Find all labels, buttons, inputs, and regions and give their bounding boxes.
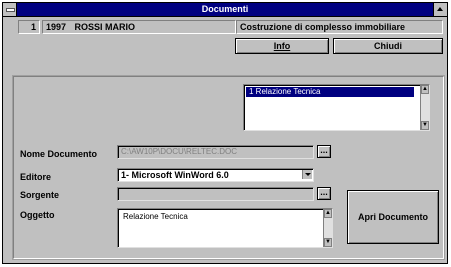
info-button[interactable]: Info	[235, 38, 329, 54]
system-menu-icon[interactable]	[3, 3, 17, 16]
oggetto-label: Oggetto	[20, 210, 55, 220]
close-button-label: Chiudi	[374, 41, 402, 51]
chevron-down-icon[interactable]	[302, 170, 312, 179]
practice-year: 1997	[46, 22, 67, 32]
document-list-scrollbar[interactable]: ▲ ▼	[420, 85, 429, 130]
sorgente-field[interactable]	[117, 187, 314, 201]
open-document-button[interactable]: Apri Documento	[347, 190, 439, 244]
scroll-down-icon[interactable]: ▼	[421, 121, 429, 130]
document-list-item[interactable]: 1 Relazione Tecnica	[246, 87, 414, 97]
project-description: Costruzione di complesso immobiliare	[236, 20, 443, 34]
client-name: ROSSI MARIO	[74, 22, 136, 32]
oggetto-text: Relazione Tecnica	[123, 212, 188, 221]
scroll-up-icon[interactable]: ▲	[324, 209, 332, 218]
maximize-icon[interactable]	[433, 3, 447, 16]
oggetto-textarea[interactable]: Relazione Tecnica ▲ ▼	[117, 208, 333, 248]
editore-label: Editore	[20, 172, 52, 182]
document-list[interactable]: 1 Relazione Tecnica ▲ ▼	[243, 84, 430, 131]
open-document-label: Apri Documento	[357, 212, 428, 222]
scroll-down-icon[interactable]: ▼	[324, 238, 332, 247]
window-title: Documenti	[201, 4, 249, 14]
close-button[interactable]: Chiudi	[333, 38, 443, 54]
oggetto-scrollbar[interactable]: ▲ ▼	[323, 209, 332, 247]
editore-selected-value: 1- Microsoft WinWord 6.0	[121, 170, 229, 180]
sorgente-label: Sorgente	[20, 190, 60, 200]
info-button-label: Info	[273, 41, 291, 51]
nome-documento-label: Nome Documento	[20, 149, 98, 159]
practice-number: 1	[18, 20, 40, 34]
practice-header: 1997 ROSSI MARIO	[42, 20, 236, 34]
documenti-window: Documenti 1 1997 ROSSI MARIO Costruzione…	[2, 2, 448, 264]
nome-documento-field[interactable]: C:\AW10P\DOCU\RELTEC.DOC	[117, 145, 314, 159]
browse-nome-button[interactable]: ...	[317, 145, 331, 158]
browse-sorgente-button[interactable]: ...	[317, 187, 331, 200]
scroll-up-icon[interactable]: ▲	[421, 85, 429, 94]
editore-select[interactable]: 1- Microsoft WinWord 6.0	[117, 168, 314, 182]
title-bar[interactable]: Documenti	[3, 3, 447, 17]
